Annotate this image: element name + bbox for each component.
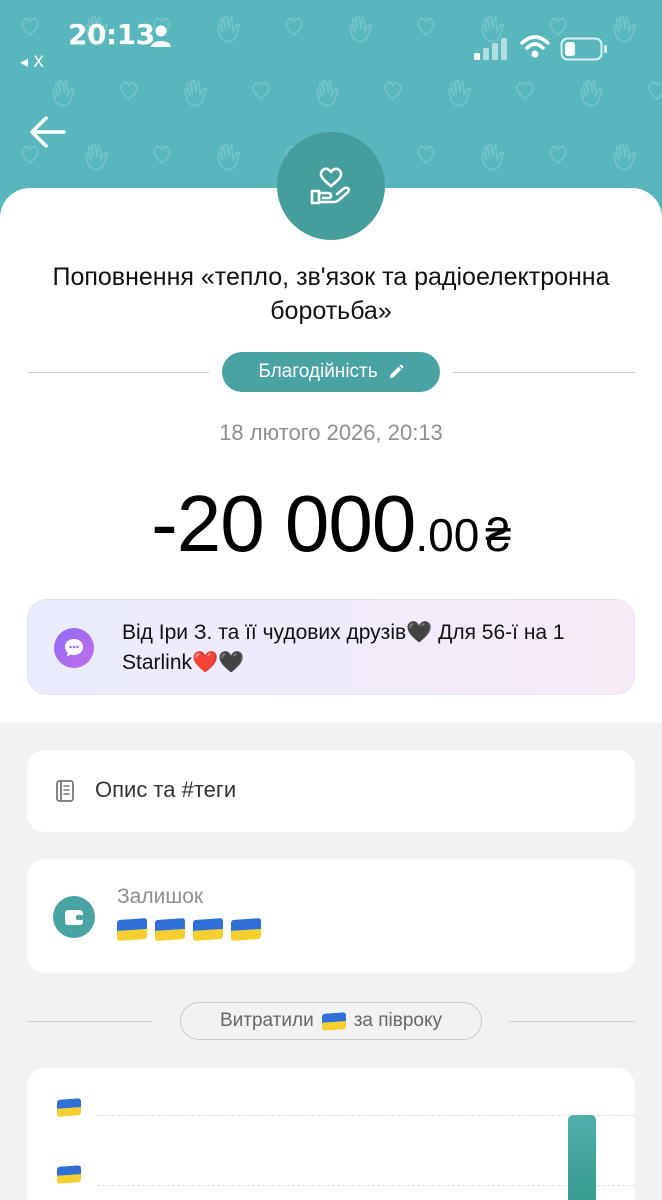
- ukraine-flag-icon: [117, 918, 147, 941]
- pattern-shape: [417, 145, 435, 165]
- ukraine-flag-icon: [231, 918, 261, 941]
- pattern-shape: [516, 81, 534, 101]
- y-tick-label: [57, 1098, 81, 1117]
- pattern-shape: [316, 79, 340, 107]
- category-icon: [277, 132, 385, 240]
- pattern-shape: [648, 81, 662, 101]
- amount-cents: .00: [415, 509, 480, 561]
- spending-chart: [27, 1068, 635, 1200]
- heart-hand-icon: [310, 167, 351, 205]
- balance-value: [117, 919, 261, 940]
- amount-main: -20 000: [151, 479, 416, 568]
- currency-symbol: ₴: [485, 509, 511, 561]
- description-label: Опис та #теги: [95, 777, 237, 802]
- comment-box: Від Іри З. та її чудових друзів🖤 Для 56-…: [27, 599, 635, 695]
- battery-icon: [560, 37, 607, 61]
- chart-bar: [568, 1115, 596, 1200]
- balance-card: Залишок: [27, 859, 635, 973]
- pattern-shape: [252, 81, 270, 101]
- notes-icon: [56, 780, 74, 802]
- pattern-shape: [285, 17, 303, 37]
- pattern-shape: [613, 143, 637, 171]
- pattern-shape: [448, 79, 472, 107]
- category-label: Благодійність: [258, 361, 378, 382]
- spent-period-pill[interactable]: Витратили за півроку: [180, 1002, 482, 1040]
- pattern-shape: [384, 81, 402, 101]
- grid-line: [97, 1185, 635, 1186]
- ukraine-flag-icon: [155, 918, 185, 941]
- pattern-shape: [417, 17, 435, 37]
- pattern-shape: [217, 15, 241, 43]
- transaction-title: Поповнення «тепло, зв'язок та радіоелект…: [52, 263, 610, 325]
- wifi-icon: [520, 35, 550, 58]
- pattern-shape: [613, 15, 637, 43]
- pattern-shape: [153, 145, 171, 165]
- chat-bubble-icon: [54, 628, 94, 668]
- wallet-icon: [53, 896, 95, 938]
- ukraine-flag-icon: [193, 918, 223, 941]
- pattern-shape: [349, 15, 373, 43]
- back-arrow-icon[interactable]: [28, 112, 68, 152]
- status-time: 20:13: [68, 18, 155, 51]
- description-tags-button[interactable]: Опис та #теги: [27, 750, 635, 832]
- spent-divider-right: [509, 1021, 635, 1022]
- pattern-shape: [184, 79, 208, 107]
- pattern-shape: [52, 79, 76, 107]
- spent-divider-left: [27, 1021, 153, 1022]
- grid-line: [97, 1115, 635, 1116]
- ukraine-flag-icon: [322, 1012, 346, 1031]
- pattern-shape: [549, 145, 567, 165]
- balance-label: Залишок: [117, 885, 204, 908]
- pattern-shape: [217, 143, 241, 171]
- y-tick-label: [57, 1165, 81, 1184]
- pattern-shape: [120, 81, 138, 101]
- transaction-amount: -20 000.00 ₴: [0, 478, 662, 570]
- spent-label-after: за півроку: [353, 1010, 443, 1031]
- divider-right: [453, 372, 635, 373]
- back-to-app-link[interactable]: ◂ X: [20, 52, 44, 71]
- signal-icon: [474, 38, 507, 60]
- pencil-icon: [389, 364, 404, 378]
- pattern-shape: [549, 17, 567, 37]
- comment-text: Від Іри З. та її чудових друзів🖤 Для 56-…: [122, 621, 565, 674]
- pattern-shape: [481, 143, 505, 171]
- category-pill[interactable]: Благодійність: [222, 352, 440, 392]
- divider-left: [27, 372, 209, 373]
- pattern-shape: [580, 79, 604, 107]
- pattern-shape: [85, 143, 109, 171]
- pattern-shape: [21, 17, 39, 37]
- person-icon: [151, 25, 171, 47]
- transaction-date: 18 лютого 2026, 20:13: [219, 420, 443, 445]
- spent-label-before: Витратили: [219, 1010, 314, 1031]
